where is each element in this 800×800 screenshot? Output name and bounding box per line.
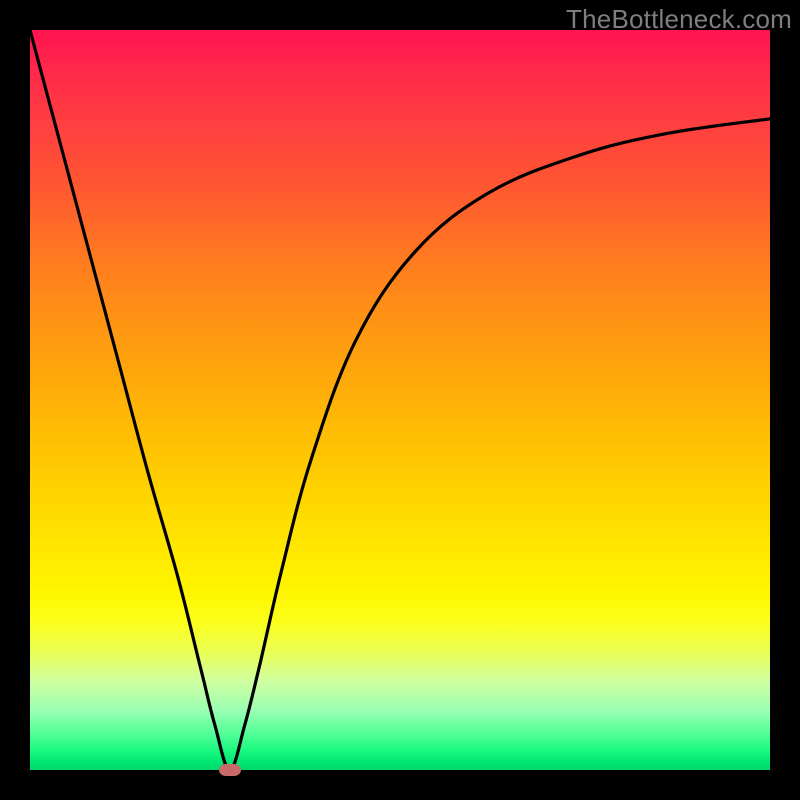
optimum-marker xyxy=(219,764,241,776)
curve-layer xyxy=(30,30,770,770)
watermark-text: TheBottleneck.com xyxy=(566,4,792,35)
chart-frame: TheBottleneck.com xyxy=(0,0,800,800)
plot-area xyxy=(30,30,770,770)
bottleneck-curve xyxy=(30,30,770,770)
